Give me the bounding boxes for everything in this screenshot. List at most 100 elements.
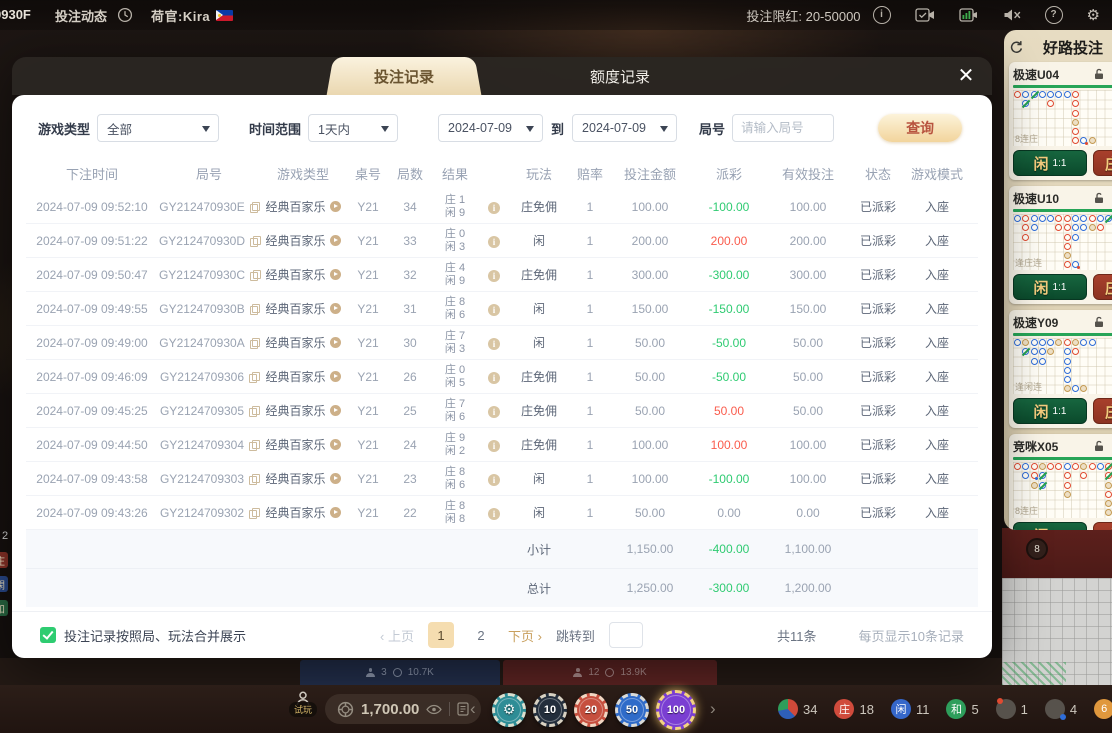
replay-video-icon[interactable] [330, 371, 341, 382]
road-cell [1014, 234, 1021, 241]
copy-icon[interactable] [249, 508, 258, 518]
good-road-card[interactable]: 极速U04 8连庄 闲 1:1 庄 [1009, 62, 1112, 180]
road-cell [1047, 243, 1054, 250]
copy-icon[interactable] [250, 202, 259, 212]
date-to-select[interactable]: 2024-07-09 [572, 114, 677, 142]
round-id-input[interactable] [732, 114, 834, 142]
chips-next-icon[interactable]: › [710, 699, 716, 719]
copy-icon[interactable] [249, 406, 258, 416]
coin-icon [393, 668, 402, 677]
eye-icon[interactable] [426, 704, 442, 715]
prev-page-button[interactable]: ‹ 上页 [380, 626, 414, 645]
copy-icon[interactable] [249, 372, 258, 382]
bet-feed-label[interactable]: 投注动态 [55, 6, 107, 25]
result-info-icon[interactable] [488, 304, 500, 316]
round-id-label: 局号 [699, 119, 725, 138]
cell-valid-bet: 50.00 [768, 336, 848, 350]
mute-speaker-icon[interactable] [1003, 8, 1021, 22]
cell-play-type: 闲 [508, 504, 570, 521]
unlock-icon[interactable] [1093, 192, 1105, 204]
result-info-icon[interactable] [488, 440, 500, 452]
tab-bet-records[interactable]: 投注记录 [338, 57, 470, 95]
bet-chip[interactable] [492, 693, 526, 727]
tab-quota-records[interactable]: 额度记录 [590, 57, 650, 95]
result-info-icon[interactable] [488, 202, 500, 214]
video-quality-icon[interactable] [959, 8, 979, 22]
road-cell [1097, 243, 1104, 250]
next-page-button[interactable]: 下页 › [508, 626, 542, 645]
road-cell [1089, 463, 1096, 470]
bet-chip[interactable]: 20 [574, 693, 608, 727]
copy-icon[interactable] [250, 304, 259, 314]
chips-prev-icon[interactable]: ‹ [470, 699, 476, 719]
help-icon[interactable]: ? [1045, 6, 1063, 24]
bet-chip[interactable]: 50 [615, 693, 649, 727]
bet-banker-button[interactable]: 庄 [1093, 150, 1112, 176]
unlock-icon[interactable] [1093, 440, 1105, 452]
replay-video-icon[interactable] [330, 201, 341, 212]
unlock-icon[interactable] [1093, 68, 1105, 80]
copy-icon[interactable] [249, 440, 258, 450]
bet-player-button[interactable]: 闲 1:1 [1013, 398, 1087, 424]
replay-video-icon[interactable] [330, 405, 341, 416]
banker-zone-strip[interactable]: 12 13.9K [503, 660, 717, 685]
good-road-card[interactable]: 极速U10 逢庄连 闲 1:1 庄 [1009, 186, 1112, 304]
limit-info-icon[interactable]: i [873, 6, 891, 24]
page-button-1[interactable]: 1 [428, 622, 454, 648]
result-info-icon[interactable] [488, 338, 500, 350]
merge-checkbox-group[interactable]: 投注记录按照局、玩法合并展示 [40, 626, 246, 645]
history-clock-icon[interactable] [117, 7, 133, 23]
replay-video-icon[interactable] [330, 473, 341, 484]
game-type-select[interactable]: 全部 [97, 114, 219, 142]
road-cell [1097, 261, 1104, 268]
statement-icon[interactable] [457, 702, 469, 716]
result-info-icon[interactable] [488, 236, 500, 248]
date-from-select[interactable]: 2024-07-09 [438, 114, 543, 142]
replay-video-icon[interactable] [330, 269, 341, 280]
copy-icon[interactable] [250, 338, 259, 348]
bet-player-button[interactable]: 闲 1:1 [1013, 522, 1087, 530]
copy-icon[interactable] [249, 474, 258, 484]
refresh-icon[interactable] [1009, 40, 1024, 55]
bet-banker-button[interactable]: 庄 [1093, 398, 1112, 424]
copy-icon[interactable] [250, 270, 259, 280]
bet-chip[interactable]: 10 [533, 693, 567, 727]
merge-checkbox[interactable] [40, 627, 56, 643]
bet-chip[interactable]: 100 [656, 690, 696, 730]
page-button-2[interactable]: 2 [468, 622, 494, 648]
copy-icon[interactable] [250, 236, 259, 246]
bet-banker-button[interactable]: 庄 [1093, 522, 1112, 530]
close-icon[interactable]: ✕ [954, 64, 978, 88]
chip-selector: 10 20 50 100 [492, 690, 696, 730]
cell-odds: 1 [570, 506, 610, 520]
bet-player-button[interactable]: 闲 1:1 [1013, 274, 1087, 300]
result-info-icon[interactable] [488, 372, 500, 384]
video-toggle-icon[interactable] [915, 8, 935, 22]
road-cell [1047, 509, 1054, 516]
trial-account[interactable]: 试玩 [286, 691, 320, 717]
result-info-icon[interactable] [488, 508, 500, 520]
search-button[interactable]: 查询 [878, 114, 962, 142]
result-info-icon[interactable] [488, 406, 500, 418]
good-road-card[interactable]: 极速Y09 逢闲连 闲 1:1 庄 [1009, 310, 1112, 428]
cell-table-no: Y21 [346, 268, 390, 282]
card-table-name: 极速Y09 [1013, 314, 1058, 331]
replay-video-icon[interactable] [330, 507, 341, 518]
road-cell [1055, 128, 1062, 135]
result-info-icon[interactable] [488, 270, 500, 282]
road-pattern-tag: 逢庄连 [1015, 256, 1042, 269]
bet-banker-button[interactable]: 庄 [1093, 274, 1112, 300]
jump-page-input[interactable] [609, 622, 643, 648]
replay-video-icon[interactable] [330, 235, 341, 246]
good-road-card[interactable]: 竞咪X05 8连庄 闲 1:1 庄 [1009, 434, 1112, 530]
player-zone-strip[interactable]: 3 10.7K [300, 660, 500, 685]
replay-video-icon[interactable] [330, 337, 341, 348]
result-info-icon[interactable] [488, 474, 500, 486]
road-cell [1039, 358, 1046, 365]
time-range-select[interactable]: 1天内 [308, 114, 398, 142]
unlock-icon[interactable] [1093, 316, 1105, 328]
settings-gear-icon[interactable]: ⚙ [1087, 6, 1100, 24]
replay-video-icon[interactable] [330, 439, 341, 450]
replay-video-icon[interactable] [330, 303, 341, 314]
bet-player-button[interactable]: 闲 1:1 [1013, 150, 1087, 176]
